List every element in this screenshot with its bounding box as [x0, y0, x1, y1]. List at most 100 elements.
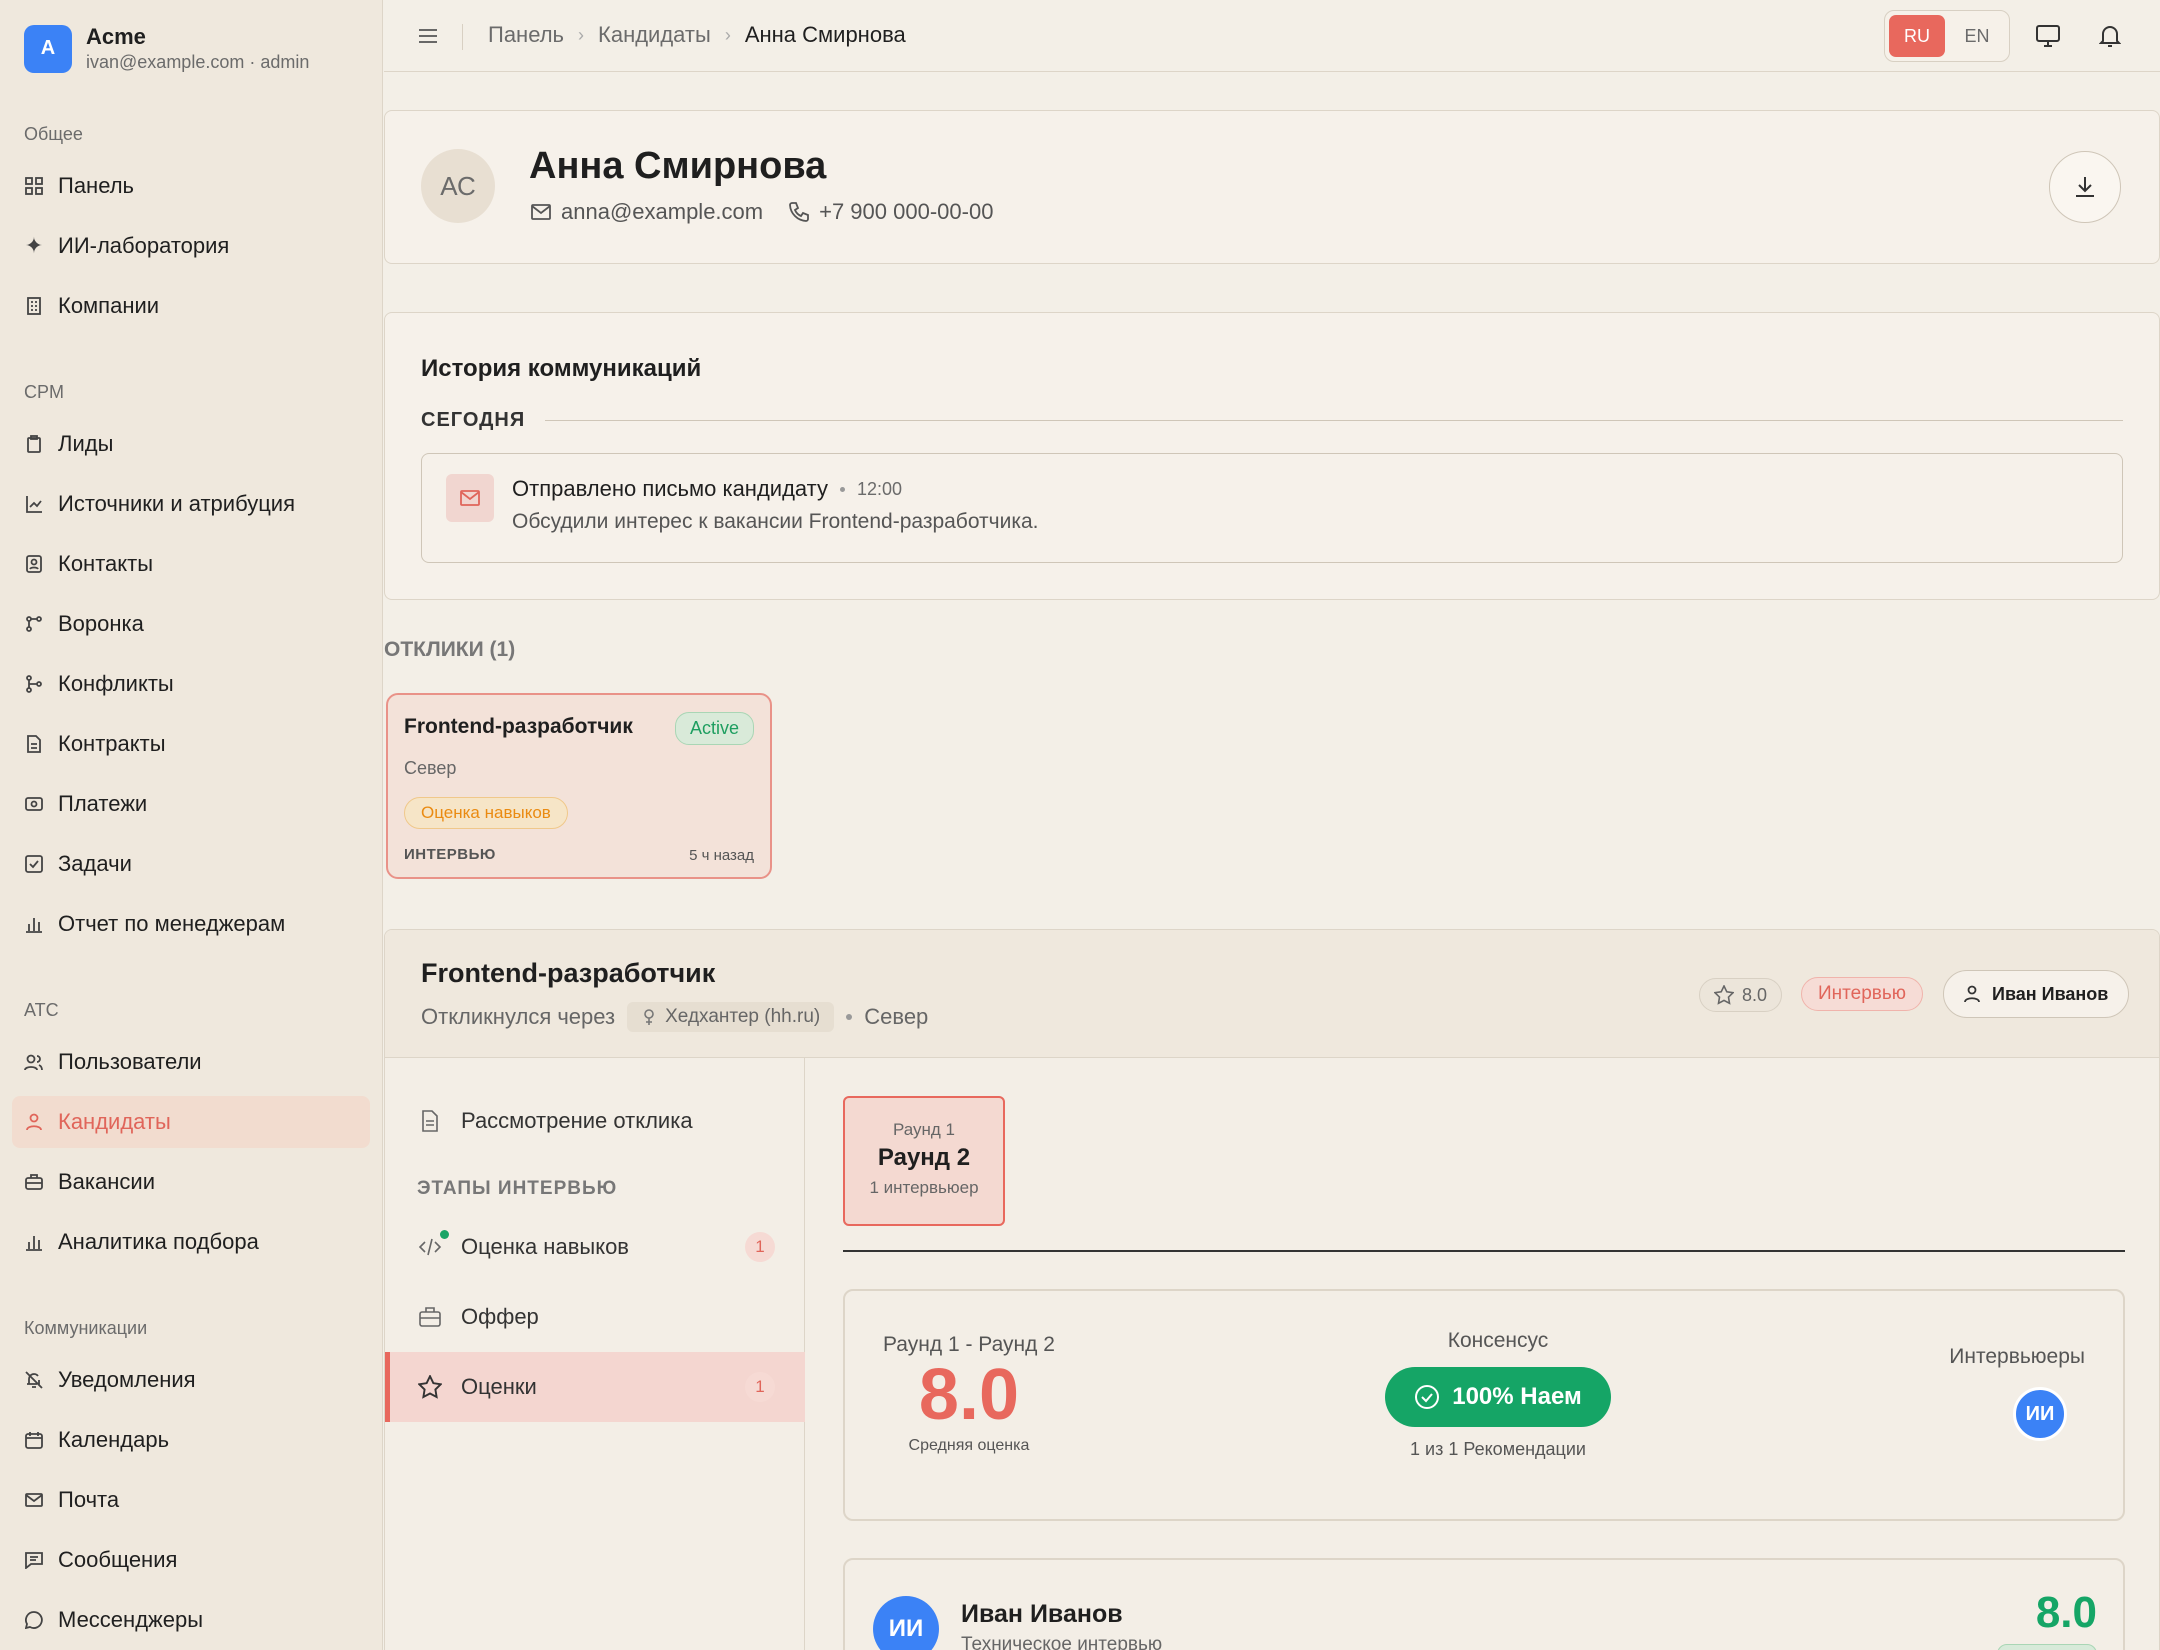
application-time: 5 ч назад: [689, 847, 754, 864]
step-offer[interactable]: Оффер: [385, 1282, 805, 1352]
building-icon: [24, 296, 44, 316]
email-contact[interactable]: anna@example.com: [531, 199, 763, 225]
notifications-button[interactable]: [2094, 20, 2126, 52]
sidebar-section-general: Общее: [24, 124, 83, 144]
monitor-icon: [2036, 25, 2060, 47]
sidebar-item-candidates[interactable]: Кандидаты: [12, 1096, 370, 1148]
sidebar-section-cpm: CPM: [24, 382, 64, 402]
sidebar-item-mail[interactable]: Почта: [12, 1474, 370, 1526]
review-type: Техническое интервью: [961, 1634, 1163, 1650]
sidebar-item-label: ИИ-лаборатория: [58, 233, 230, 258]
sidebar-item-payments[interactable]: Платежи: [12, 778, 370, 830]
sidebar-toggle-button[interactable]: [414, 22, 442, 50]
interview-steps-nav: Рассмотрение отклика ЭТАПЫ ИНТЕРВЬЮ Оцен…: [385, 1058, 805, 1650]
phone-icon: [789, 202, 810, 222]
menu-icon: [419, 29, 437, 43]
sidebar-item-label: Контракты: [58, 731, 166, 756]
recommendations-count: 1 из 1 Рекомендации: [1410, 1439, 1586, 1459]
brand-account: ivan@example.com · admin: [86, 52, 310, 72]
status-dot: [440, 1230, 449, 1239]
brand[interactable]: A Acme ivan@example.com · admin: [24, 24, 309, 73]
sidebar-item-contacts[interactable]: Контакты: [12, 538, 370, 590]
round-tab[interactable]: Раунд 1 Раунд 2 1 интервьюер: [843, 1096, 1005, 1226]
sidebar-item-manager-report[interactable]: Отчет по менеджерам: [12, 898, 370, 950]
sidebar-item-ai-lab[interactable]: ✦ ИИ-лаборатория: [12, 220, 370, 272]
chart-line-icon: [24, 494, 44, 514]
sidebar-item-label: Вакансии: [58, 1169, 155, 1194]
sidebar-item-label: Платежи: [58, 791, 148, 816]
avatar[interactable]: ИИ: [2013, 1387, 2067, 1441]
step-skills-assessment[interactable]: Оценка навыков 1: [385, 1212, 805, 1282]
step-evaluations[interactable]: Оценки 1: [385, 1352, 805, 1422]
history-event[interactable]: Отправлено письмо кандидату 12:00 Обсуди…: [421, 453, 2123, 563]
owner-button[interactable]: Иван Иванов: [1943, 970, 2130, 1018]
funnel-icon: [24, 614, 44, 634]
sidebar-item-leads[interactable]: Лиды: [12, 418, 370, 470]
sidebar-item-label: Аналитика подбора: [58, 1229, 259, 1254]
round-subtitle: Раунд 1: [892, 1120, 956, 1139]
status-badge: Active: [674, 712, 754, 745]
vacancy-subtitle: Откликнулся через Хедхантер (hh.ru) Севе…: [421, 1002, 928, 1032]
sidebar-item-label: Панель: [58, 173, 135, 198]
vacancy-location: Север: [864, 1004, 929, 1029]
phone-contact[interactable]: +7 900 000-00-00: [789, 199, 993, 225]
bell-off-icon: [24, 1370, 44, 1390]
check-circle-icon: [1415, 1385, 1440, 1409]
download-icon: [2076, 177, 2094, 197]
sidebar-item-messengers[interactable]: Мессенджеры: [12, 1594, 370, 1646]
sidebar-item-funnel[interactable]: Воронка: [12, 598, 370, 650]
consensus-label: Консенсус: [1447, 1329, 1549, 1352]
sidebar-item-hiring-analytics[interactable]: Аналитика подбора: [12, 1216, 370, 1268]
candidate-profile-card: АС Анна Смирнова anna@example.com +7 900…: [384, 110, 2160, 264]
mail-icon: [446, 474, 494, 522]
users-icon: [24, 1052, 44, 1072]
average-score-caption: Средняя оценка: [908, 1437, 1030, 1454]
sidebar-item-vacancies[interactable]: Вакансии: [12, 1156, 370, 1208]
breadcrumb-candidates[interactable]: Кандидаты: [598, 22, 711, 48]
breadcrumb-dashboard[interactable]: Панель: [488, 22, 564, 48]
sidebar-item-label: Пользователи: [58, 1049, 202, 1074]
sidebar-item-sources[interactable]: Источники и атрибуция: [12, 478, 370, 530]
vacancy-title: Frontend-разработчик: [421, 958, 716, 988]
code-icon: [417, 1230, 449, 1260]
sidebar-item-calendar[interactable]: Календарь: [12, 1414, 370, 1466]
divider: [843, 1250, 2125, 1252]
sidebar-item-label: Уведомления: [58, 1367, 196, 1392]
sidebar-item-label: Почта: [58, 1487, 120, 1512]
sidebar-item-contracts[interactable]: Контракты: [12, 718, 370, 770]
rating-value: 8.0: [1742, 984, 1768, 1005]
average-score: 8.0: [918, 1355, 1019, 1435]
vacancy-header: Frontend-разработчик Откликнулся через Х…: [385, 930, 2159, 1058]
step-review[interactable]: Рассмотрение отклика: [385, 1086, 805, 1156]
sidebar-item-label: Контакты: [58, 551, 154, 576]
sidebar-item-notifications[interactable]: Уведомления: [12, 1354, 370, 1406]
lang-ru-button[interactable]: RU: [1889, 15, 1945, 57]
sidebar-item-messages[interactable]: Сообщения: [12, 1534, 370, 1586]
consensus-badge: 100% Наем: [1385, 1367, 1611, 1427]
sidebar-item-users[interactable]: Пользователи: [12, 1036, 370, 1088]
application-title: Frontend-разработчик: [404, 715, 633, 738]
sidebar-section-atc: ATC: [24, 1000, 59, 1020]
recommendation-badge: [1997, 1644, 2097, 1650]
sidebar-item-tasks[interactable]: Задачи: [12, 838, 370, 890]
sidebar-item-companies[interactable]: Компании: [12, 280, 370, 332]
step-count-badge: 1: [745, 1372, 775, 1402]
sidebar-item-label: Сообщения: [58, 1547, 178, 1572]
step-count-badge: 1: [745, 1232, 775, 1262]
sidebar-item-conflicts[interactable]: Конфликты: [12, 658, 370, 710]
breadcrumb: Панель › Кандидаты › Анна Смирнова: [488, 22, 906, 48]
dot-separator: [846, 1014, 853, 1020]
mail-icon: [24, 1490, 44, 1510]
applications-heading: ОТКЛИКИ (1): [384, 638, 516, 661]
user-icon: [1964, 985, 1980, 1003]
sidebar-item-dashboard[interactable]: Панель: [12, 160, 370, 212]
application-card[interactable]: Frontend-разработчик Active Север Оценка…: [386, 693, 772, 879]
sidebar-item-label: Компании: [58, 293, 160, 318]
divider: [462, 24, 463, 50]
avatar: ИИ: [873, 1596, 939, 1650]
download-button[interactable]: [2049, 151, 2121, 223]
lang-en-button[interactable]: EN: [1949, 15, 2005, 57]
interviewer-review-card[interactable]: ИИ Иван Иванов Техническое интервью 8.0: [843, 1558, 2125, 1650]
display-mode-button[interactable]: [2032, 20, 2064, 52]
brand-name: Acme: [86, 24, 146, 49]
